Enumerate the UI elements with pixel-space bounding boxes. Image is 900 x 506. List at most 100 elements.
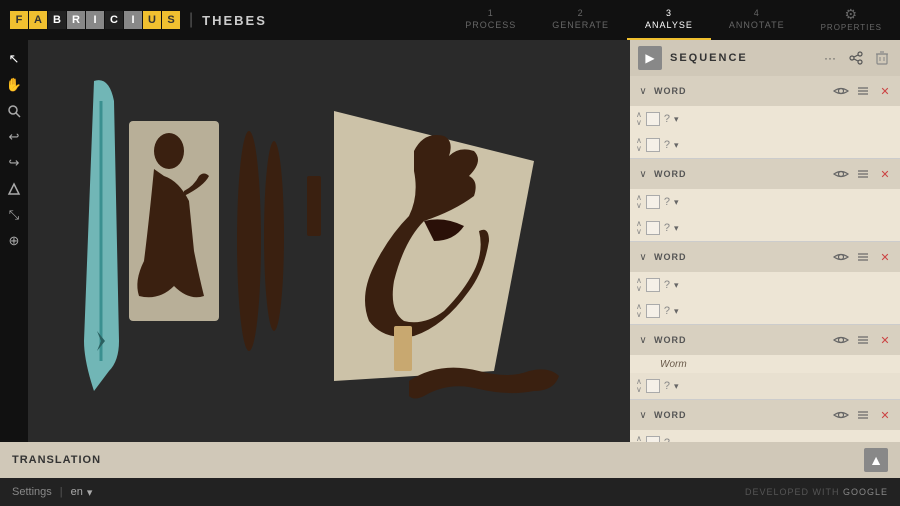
panel-expand-button[interactable]: ▶	[638, 46, 662, 70]
glyph-chevrons-4a: ∧ ∨	[636, 378, 642, 394]
word-group-2: ∨ WORD	[630, 159, 900, 242]
panel-delete-button[interactable]	[872, 48, 892, 68]
word-delete-1[interactable]: ✕	[876, 82, 894, 100]
translation-label: TRANSLATION	[12, 454, 101, 466]
panel-title: SEQUENCE	[670, 52, 820, 64]
word-icons-5: ✕	[832, 406, 894, 424]
glyph-small-rect	[394, 326, 412, 371]
word-eye-4[interactable]	[832, 331, 850, 349]
word-sort-5[interactable]	[854, 406, 872, 424]
word-label-2: WORD	[654, 169, 828, 179]
redo-tool[interactable]: ↪	[3, 152, 25, 174]
glyph-checkbox-3b[interactable]	[646, 304, 660, 318]
glyph-chisel	[307, 176, 321, 236]
glyph-checkbox-1b[interactable]	[646, 138, 660, 152]
step-generate[interactable]: 2 GENERATE	[534, 0, 627, 40]
word-label-4: WORD	[654, 335, 828, 345]
glyph-up-5a[interactable]: ∧	[636, 435, 642, 442]
word-chevron-2[interactable]: ∨	[636, 169, 650, 180]
glyph-value-1a: ?	[664, 113, 670, 125]
word-label-3: WORD	[654, 252, 828, 262]
word-sort-1[interactable]	[854, 82, 872, 100]
word-label-1: WORD	[654, 86, 828, 96]
word-delete-4[interactable]: ✕	[876, 331, 894, 349]
glyph-row-5a: ∧ ∨ ?	[630, 430, 900, 442]
word-sort-3[interactable]	[854, 248, 872, 266]
word-icons-4: ✕	[832, 331, 894, 349]
panel-header-icons: ···	[820, 48, 892, 68]
glyph-dropdown-1a[interactable]: ▾	[674, 114, 679, 125]
shape-tool[interactable]	[3, 178, 25, 200]
top-bar: F A B R I C I U S | THEBES 1 PROCESS 2 G…	[0, 0, 900, 40]
glyph-dropdown-1b[interactable]: ▾	[674, 140, 679, 151]
word-sort-2[interactable]	[854, 165, 872, 183]
add-tool[interactable]: ⊕	[3, 230, 25, 252]
glyph-row-2a: ∧ ∨ ? ▾	[630, 189, 900, 215]
word-chevron-5[interactable]: ∨	[636, 410, 650, 421]
undo-tool[interactable]: ↩	[3, 126, 25, 148]
glyph-dropdown-3b[interactable]: ▾	[674, 306, 679, 317]
glyph-down-3a[interactable]: ∨	[636, 285, 642, 293]
word-delete-2[interactable]: ✕	[876, 165, 894, 183]
glyph-down-3b[interactable]: ∨	[636, 311, 642, 319]
pointer-tool[interactable]: ↖	[3, 48, 25, 70]
glyph-row-1a: ∧ ∨ ? ▾	[630, 106, 900, 132]
word-eye-5[interactable]	[832, 406, 850, 424]
glyph-value-3b: ?	[664, 305, 670, 317]
footer-left: Settings | en ▾	[12, 486, 92, 499]
glyph-dropdown-2a[interactable]: ▾	[674, 197, 679, 208]
glyph-checkbox-3a[interactable]	[646, 278, 660, 292]
panel-more-button[interactable]: ···	[820, 48, 840, 68]
logo-letter-c: C	[105, 11, 123, 29]
footer-sep: |	[60, 486, 63, 498]
step-annotate[interactable]: 4 ANNOTATE	[711, 0, 803, 40]
glyph-down-1a[interactable]: ∨	[636, 119, 642, 127]
word-delete-5[interactable]: ✕	[876, 406, 894, 424]
glyph-row-3b: ∧ ∨ ? ▾	[630, 298, 900, 324]
word-eye-1[interactable]	[832, 82, 850, 100]
canvas-content	[28, 40, 630, 442]
word-chevron-3[interactable]: ∨	[636, 252, 650, 263]
glyph-row-3a: ∧ ∨ ? ▾	[630, 272, 900, 298]
hieroglyph-canvas	[39, 61, 619, 421]
word-delete-3[interactable]: ✕	[876, 248, 894, 266]
step-properties[interactable]: ⚙ PROPERTIES	[803, 0, 900, 40]
glyph-dropdown-4a[interactable]: ▾	[674, 381, 679, 392]
glyph-checkbox-4a[interactable]	[646, 379, 660, 393]
hand-tool[interactable]: ✋	[3, 74, 25, 96]
logo-letter-r: R	[67, 11, 85, 29]
glyph-dropdown-2b[interactable]: ▾	[674, 223, 679, 234]
glyph-down-1b[interactable]: ∨	[636, 145, 642, 153]
panel-share-button[interactable]	[846, 48, 866, 68]
glyph-checkbox-1a[interactable]	[646, 112, 660, 126]
settings-link[interactable]: Settings	[12, 486, 52, 498]
glyph-chevrons-3a: ∧ ∨	[636, 277, 642, 293]
word-chevron-4[interactable]: ∨	[636, 335, 650, 346]
word-sort-4[interactable]	[854, 331, 872, 349]
glyph-down-2a[interactable]: ∨	[636, 202, 642, 210]
word-chevron-1[interactable]: ∨	[636, 86, 650, 97]
language-selector[interactable]: en ▾	[71, 486, 93, 499]
glyph-down-4a[interactable]: ∨	[636, 386, 642, 394]
logo-letter-b: B	[48, 11, 66, 29]
word-eye-3[interactable]	[832, 248, 850, 266]
glyph-dropdown-3a[interactable]: ▾	[674, 280, 679, 291]
step-process[interactable]: 1 PROCESS	[447, 0, 534, 40]
left-toolbar: ↖ ✋ ↩ ↪ ⤡ ⊕	[0, 40, 28, 442]
scroll-up-button[interactable]: ▲	[864, 448, 888, 472]
zoom-tool[interactable]	[3, 100, 25, 122]
bottom-section: TRANSLATION ▲ Settings | en ▾ DEVELOPED …	[0, 442, 900, 506]
glyph-checkbox-2a[interactable]	[646, 195, 660, 209]
glyph-chevrons-2b: ∧ ∨	[636, 220, 642, 236]
project-title: THEBES	[202, 13, 267, 28]
word-group-4: ∨ WORD	[630, 325, 900, 400]
step-analyse[interactable]: 3 ANALYSE	[627, 0, 711, 40]
main-content: ↖ ✋ ↩ ↪ ⤡ ⊕	[0, 40, 900, 442]
canvas-area	[28, 40, 630, 442]
glyph-down-2b[interactable]: ∨	[636, 228, 642, 236]
resize-tool[interactable]: ⤡	[3, 204, 25, 226]
word-eye-2[interactable]	[832, 165, 850, 183]
glyph-checkbox-2b[interactable]	[646, 221, 660, 235]
glyph-chevrons-5a: ∧ ∨	[636, 435, 642, 442]
logo-letter-s: S	[162, 11, 180, 29]
